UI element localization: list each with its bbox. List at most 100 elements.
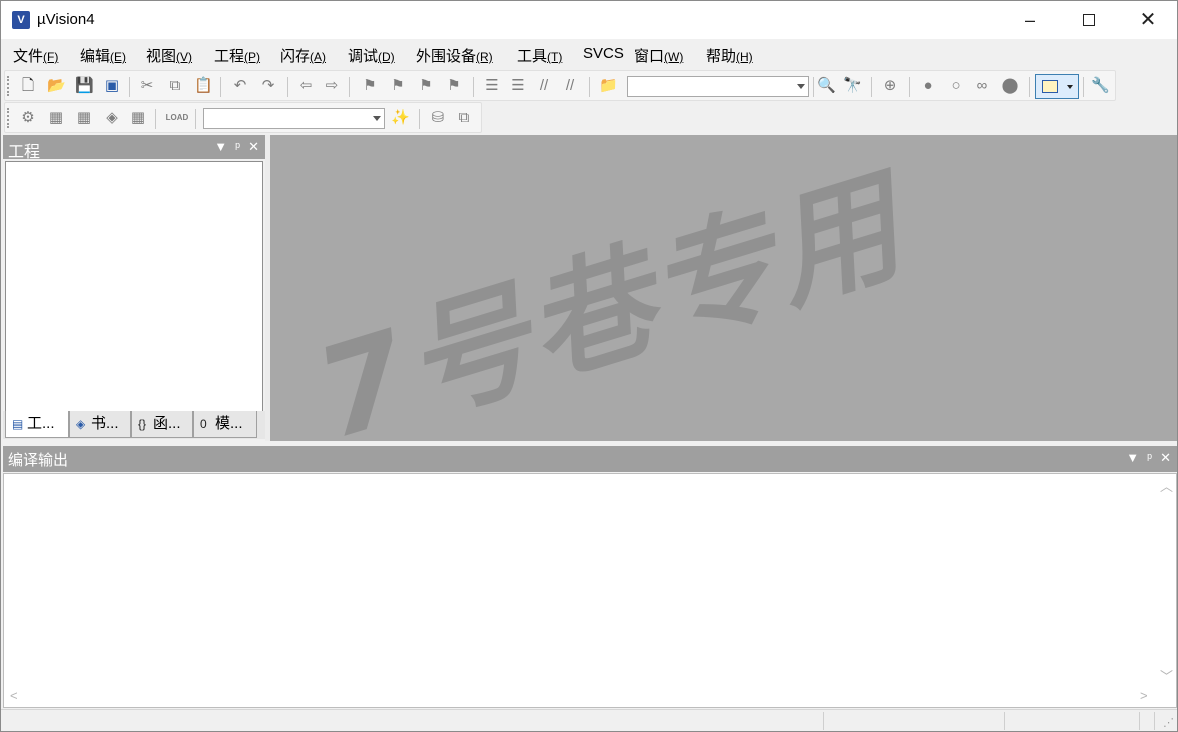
copy-icon[interactable]: ⧉	[166, 77, 184, 95]
save-icon[interactable]: 💾	[75, 77, 94, 95]
menu-debug[interactable]: 调试(D)	[348, 45, 395, 66]
menu-project[interactable]: 工程(P)	[214, 45, 260, 66]
navigate-forward-icon[interactable]: ⇨	[323, 77, 341, 95]
bookmark-toggle-icon[interactable]: ⚑	[361, 77, 379, 95]
debug-session-icon[interactable]: ⊕	[881, 77, 899, 95]
menu-view-label: 视图	[146, 48, 177, 65]
close-button[interactable]: ✕	[1119, 1, 1177, 39]
target-options-icon[interactable]: ✨	[391, 109, 410, 127]
build-output-title: 编译输出	[8, 452, 69, 469]
bookmark-clear-icon[interactable]: ⚑	[445, 77, 463, 95]
menu-svcs-label: SVCS	[583, 45, 624, 62]
pin-icon[interactable]: ᵖ	[1147, 450, 1152, 465]
tab-project[interactable]: ▤ 工...	[5, 411, 69, 438]
download-load-icon[interactable]: LOAD	[165, 109, 189, 127]
menu-tools-label: 工具	[517, 48, 548, 65]
vertical-scrollbar[interactable]: ︿ ﹀	[1154, 474, 1176, 686]
close-icon[interactable]: ✕	[1160, 450, 1171, 465]
project-panel-controls: ▼ ᵖ ✕	[206, 139, 259, 155]
toolbar-separator	[287, 77, 288, 97]
resize-grip-icon[interactable]: ⋰	[1163, 716, 1174, 729]
status-bar: ⋰	[1, 709, 1177, 731]
open-folder-icon[interactable]: 📂	[47, 77, 66, 95]
toolbar-separator	[589, 77, 590, 97]
save-all-icon[interactable]: ▣	[103, 77, 121, 95]
toolbar-grip[interactable]	[7, 108, 10, 128]
menu-bar: 文件(F) 编辑(E) 视图(V) 工程(P) 闪存(A) 调试(D) 外围设备…	[1, 39, 1177, 69]
indent-icon[interactable]: ☰	[483, 77, 501, 95]
breakpoint-insert-icon[interactable]: ●	[919, 77, 937, 95]
incremental-find-icon[interactable]: 🔭	[843, 77, 862, 95]
menu-project-accel: (P)	[244, 50, 261, 64]
batch-build-icon[interactable]: ◈	[103, 109, 121, 127]
chevron-down-icon	[373, 116, 381, 121]
menu-svcs[interactable]: SVCS	[583, 45, 624, 62]
menu-tools-accel: (T)	[547, 50, 563, 64]
breakpoint-kill-all-icon[interactable]: ⬤	[1001, 77, 1019, 95]
menu-help[interactable]: 帮助(H)	[706, 45, 753, 66]
menu-peripherals-label: 外围设备	[416, 48, 477, 65]
bookmark-prev-icon[interactable]: ⚑	[389, 77, 407, 95]
project-tree[interactable]	[5, 161, 263, 413]
menu-tools[interactable]: 工具(T)	[517, 45, 562, 66]
new-file-icon[interactable]: 🗋	[19, 77, 37, 95]
menu-help-label: 帮助	[706, 48, 737, 65]
menu-window[interactable]: 窗口(W)	[634, 45, 683, 66]
minimize-button[interactable]: –	[1001, 1, 1059, 39]
comment-icon[interactable]: //	[535, 77, 553, 95]
menu-debug-accel: (D)	[378, 50, 395, 64]
scroll-down-icon[interactable]: ﹀	[1160, 666, 1173, 685]
menu-peripherals[interactable]: 外围设备(R)	[416, 45, 493, 66]
stop-build-icon[interactable]: ▦	[129, 109, 147, 127]
rebuild-icon[interactable]: ▦	[75, 109, 93, 127]
undo-icon[interactable]: ↶	[231, 77, 249, 95]
window-layout-button[interactable]	[1035, 74, 1079, 99]
scroll-up-icon[interactable]: ︿	[1160, 476, 1173, 495]
scroll-left-icon[interactable]: <	[10, 688, 18, 703]
dropdown-icon[interactable]: ▼	[1126, 450, 1139, 465]
find-icon[interactable]: 🔍	[817, 77, 836, 95]
tab-functions[interactable]: {} 函...	[131, 411, 193, 438]
uncomment-icon[interactable]: //	[561, 77, 579, 95]
build-output-text[interactable]: ︿ ﹀ < >	[3, 473, 1177, 708]
close-icon[interactable]: ✕	[248, 139, 259, 154]
file-extensions-icon[interactable]: ⧉	[455, 109, 473, 127]
menu-file-accel: (F)	[43, 50, 59, 64]
unindent-icon[interactable]: ☰	[509, 77, 527, 95]
configuration-wrench-icon[interactable]: 🔧	[1091, 77, 1110, 95]
target-combo[interactable]	[203, 108, 385, 129]
breakpoint-disable-all-icon[interactable]: ∞	[973, 77, 991, 95]
find-in-files-icon[interactable]: 📁	[599, 77, 618, 95]
cut-icon[interactable]: ✂	[138, 77, 156, 95]
books-icon: ◈	[76, 417, 86, 431]
status-separator	[1004, 712, 1005, 730]
toolbar-grip[interactable]	[7, 76, 10, 96]
maximize-button[interactable]	[1060, 1, 1118, 39]
paste-icon[interactable]: 📋	[194, 77, 213, 95]
breakpoint-enable-icon[interactable]: ○	[947, 77, 965, 95]
menu-edit-accel: (E)	[110, 50, 127, 64]
build-icon[interactable]: ▦	[47, 109, 65, 127]
toolbar-separator	[419, 109, 420, 129]
scroll-right-icon[interactable]: >	[1140, 688, 1148, 703]
menu-file[interactable]: 文件(F)	[13, 45, 58, 66]
dropdown-icon[interactable]: ▼	[214, 139, 227, 154]
find-combo[interactable]	[627, 76, 809, 97]
horizontal-scrollbar[interactable]: < >	[4, 685, 1155, 707]
menu-flash[interactable]: 闪存(A)	[280, 45, 326, 66]
translate-icon[interactable]: ⚙	[19, 109, 37, 127]
toolbar-separator	[909, 77, 910, 97]
manage-components-icon[interactable]: ⛁	[429, 109, 447, 127]
menu-edit[interactable]: 编辑(E)	[80, 45, 126, 66]
tab-books[interactable]: ◈ 书...	[69, 411, 131, 438]
menu-view[interactable]: 视图(V)	[146, 45, 192, 66]
toolbar-separator	[1029, 77, 1030, 97]
toolbar-separator	[220, 77, 221, 97]
toolbar-separator	[155, 109, 156, 129]
redo-icon[interactable]: ↷	[259, 77, 277, 95]
bookmark-next-icon[interactable]: ⚑	[417, 77, 435, 95]
navigate-back-icon[interactable]: ⇦	[297, 77, 315, 95]
editor-area[interactable]	[270, 135, 1177, 441]
tab-templates[interactable]: 0 模...	[193, 411, 257, 438]
pin-icon[interactable]: ᵖ	[235, 139, 240, 154]
